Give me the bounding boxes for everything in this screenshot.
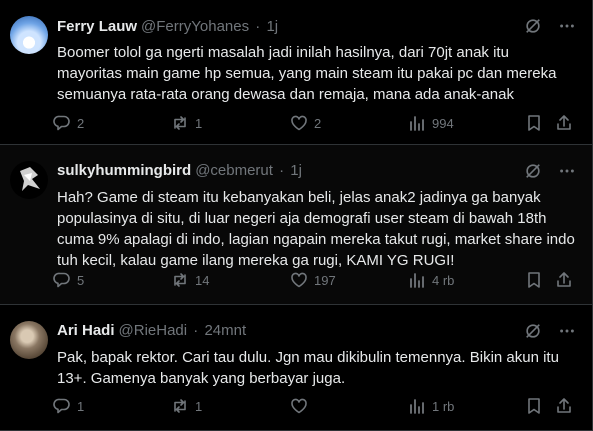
views-count: 4 rb <box>432 272 455 288</box>
reply-count: 5 <box>77 272 85 288</box>
like-icon <box>289 396 309 416</box>
like-count: 2 <box>314 115 322 131</box>
like-icon <box>289 270 309 290</box>
display-name[interactable]: sulkyhummingbird <box>57 162 191 179</box>
reply-icon <box>52 113 72 133</box>
reply-count: 2 <box>77 115 85 131</box>
like-button[interactable]: 2 <box>289 113 321 133</box>
handle[interactable]: @RieHadi <box>119 322 188 339</box>
bookmark-button[interactable] <box>524 270 544 290</box>
tweet-top-icons <box>524 17 576 35</box>
more-icon[interactable] <box>558 17 576 35</box>
repost-button[interactable]: 14 <box>170 270 209 290</box>
reply-button[interactable]: 1 <box>52 396 84 416</box>
avatar[interactable] <box>10 321 48 359</box>
like-icon <box>289 113 309 133</box>
repost-button[interactable]: 1 <box>170 113 202 133</box>
bookmark-icon <box>524 270 544 290</box>
tweet-top-icons <box>524 322 576 340</box>
share-button[interactable] <box>554 396 574 416</box>
share-icon <box>554 113 574 133</box>
separator: · <box>279 162 285 179</box>
tweet-header: sulkyhummingbird @cebmerut · 1j <box>57 162 302 179</box>
views-button[interactable]: 4 rb <box>407 270 454 290</box>
more-icon[interactable] <box>558 322 576 340</box>
share-button[interactable] <box>554 270 574 290</box>
views-icon <box>407 113 427 133</box>
display-name[interactable]: Ari Hadi <box>57 322 115 339</box>
tweet-actions: 5 14 197 4 rb <box>52 270 582 290</box>
bookmark-button[interactable] <box>524 396 544 416</box>
reply-icon <box>52 270 72 290</box>
tweet-text: Pak, bapak rektor. Cari tau dulu. Jgn ma… <box>57 349 559 387</box>
reply-button[interactable]: 2 <box>52 113 84 133</box>
tweet-text: Boomer tolol ga ngerti masalah jadi inil… <box>57 44 557 103</box>
bookmark-icon <box>524 113 544 133</box>
grok-icon[interactable] <box>524 17 542 35</box>
repost-count: 14 <box>195 272 210 288</box>
repost-button[interactable]: 1 <box>170 396 202 416</box>
repost-icon <box>170 270 190 290</box>
share-icon <box>554 396 574 416</box>
more-icon[interactable] <box>558 162 576 180</box>
repost-count: 1 <box>195 115 203 131</box>
tweet-text: Hah? Game di steam itu kebanyakan beli, … <box>57 189 575 269</box>
handle[interactable]: @FerryYohanes <box>141 18 249 35</box>
tweet-ari-hadi[interactable]: Ari Hadi @RieHadi · 24mnt Pak, bapak rekt… <box>0 305 592 431</box>
grok-icon[interactable] <box>524 322 542 340</box>
separator: · <box>193 322 199 339</box>
tweet-actions: 2 1 2 994 <box>52 113 582 133</box>
tweet-ferry-lauw[interactable]: Ferry Lauw @FerryYohanes · 1j Boomer tolo… <box>0 0 592 145</box>
reply-button[interactable]: 5 <box>52 270 84 290</box>
tweet-top-icons <box>524 162 576 180</box>
like-count: 197 <box>314 272 336 288</box>
bookmark-button[interactable] <box>524 113 544 133</box>
repost-icon <box>170 113 190 133</box>
handle[interactable]: @cebmerut <box>195 162 273 179</box>
like-button[interactable]: 197 <box>289 270 336 290</box>
views-count: 994 <box>432 115 454 131</box>
views-button[interactable]: 1 rb <box>407 396 454 416</box>
tweet-actions: 1 1 1 rb <box>52 396 582 416</box>
bookmark-icon <box>524 396 544 416</box>
views-icon <box>407 396 427 416</box>
tweet-header: Ferry Lauw @FerryYohanes · 1j <box>57 18 278 35</box>
views-count: 1 rb <box>432 398 455 414</box>
grok-icon[interactable] <box>524 162 542 180</box>
repost-icon <box>170 396 190 416</box>
timestamp[interactable]: 1j <box>266 18 278 35</box>
views-icon <box>407 270 427 290</box>
timestamp[interactable]: 1j <box>290 162 302 179</box>
tweet-sulkyhummingbird[interactable]: sulkyhummingbird @cebmerut · 1j Hah? Game… <box>0 145 592 305</box>
display-name[interactable]: Ferry Lauw <box>57 18 137 35</box>
share-icon <box>554 270 574 290</box>
tweet-header: Ari Hadi @RieHadi · 24mnt <box>57 322 246 339</box>
reply-icon <box>52 396 72 416</box>
avatar[interactable] <box>10 161 48 199</box>
reply-count: 1 <box>77 398 85 414</box>
repost-count: 1 <box>195 398 203 414</box>
avatar[interactable] <box>10 16 48 54</box>
timeline: Ferry Lauw @FerryYohanes · 1j Boomer tolo… <box>0 0 593 431</box>
separator: · <box>255 18 261 35</box>
timestamp[interactable]: 24mnt <box>204 322 246 339</box>
views-button[interactable]: 994 <box>407 113 454 133</box>
share-button[interactable] <box>554 113 574 133</box>
like-button[interactable] <box>289 396 314 416</box>
